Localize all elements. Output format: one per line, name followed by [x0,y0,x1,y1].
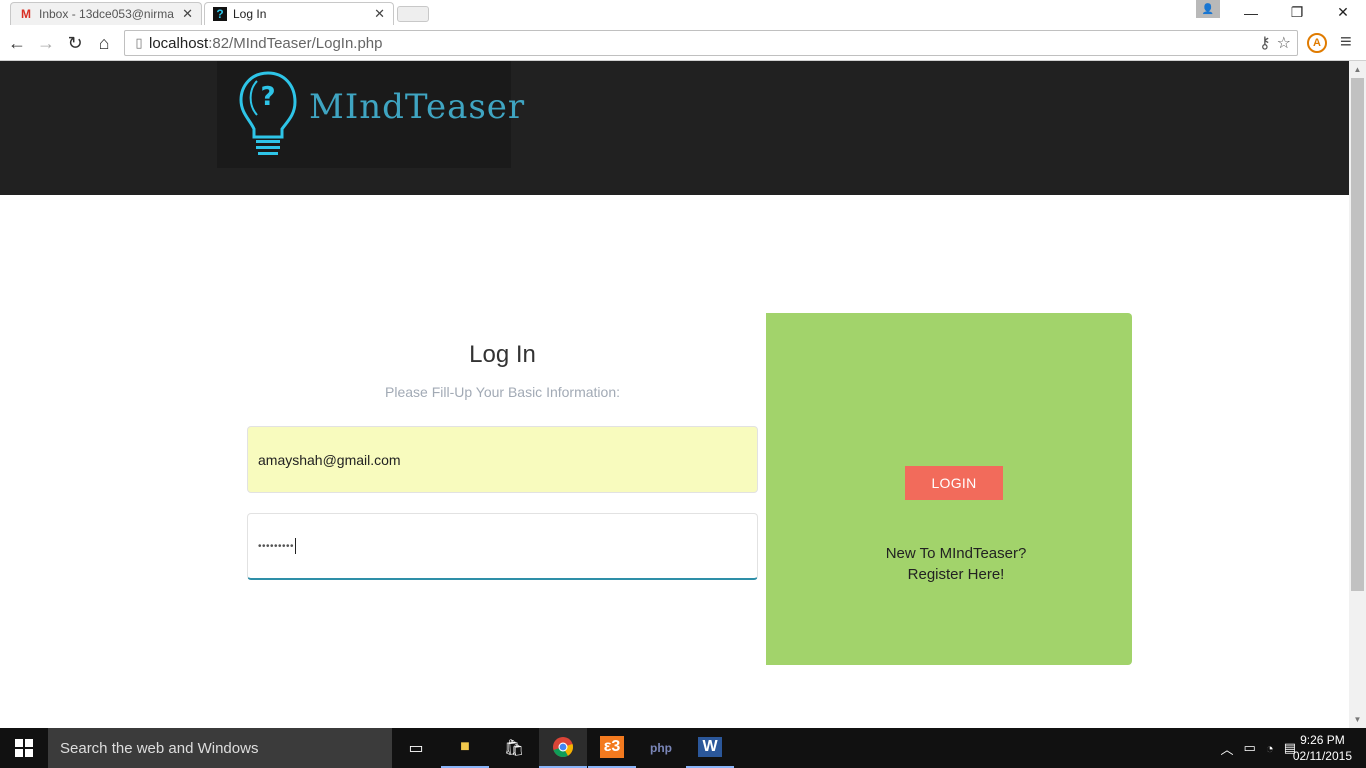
site-header: ? MIndTeaser [0,61,1349,195]
home-icon[interactable]: ⌂ [92,31,116,55]
user-profile-icon[interactable]: 👤 [1196,0,1220,18]
scroll-thumb[interactable] [1351,78,1364,591]
register-line-2: Register Here! [907,566,1005,583]
scroll-down-arrow-icon[interactable]: ▼ [1349,711,1366,728]
reload-icon[interactable]: ↻ [63,31,87,55]
login-side-panel: LOGIN New To MIndTeaser? Register Here! [766,313,1132,665]
battery-icon[interactable]: ▭ [1244,740,1256,756]
chevron-up-icon[interactable]: ︿ [1221,739,1234,758]
back-arrow-icon[interactable]: ← [5,31,29,55]
system-tray: ︿ ▭ ◔ ▤ [1221,728,1296,768]
password-field[interactable]: ••••••••• [247,513,758,580]
logo-text: MIndTeaser [309,87,526,127]
wifi-icon[interactable]: ◔ [1266,741,1274,756]
file-explorer-icon[interactable]: ■ [441,728,489,768]
url-path: :82/MIndTeaser/LogIn.php [208,34,383,52]
minimize-button[interactable]: — [1228,0,1274,25]
bookmark-star-icon[interactable]: ☆ [1277,33,1291,53]
tab-gmail-inbox[interactable]: M Inbox - 13dce053@nirma ✕ [10,2,202,25]
email-field[interactable]: amayshah@gmail.com [247,426,758,493]
browser-toolbar: ← → ↻ ⌂ ▯ localhost:82/MIndTeaser/LogIn.… [0,25,1366,61]
menu-icon[interactable]: ≡ [1340,31,1352,54]
new-tab-button[interactable] [397,6,429,22]
extension-icon[interactable]: A [1307,33,1327,53]
scroll-up-arrow-icon[interactable]: ▲ [1349,61,1366,78]
tab-title: Inbox - 13dce053@nirma [39,7,174,21]
xampp-icon[interactable]: ε3 [588,728,636,768]
site-logo[interactable]: ? MIndTeaser [217,61,524,168]
page-icon: ▯ [135,35,143,50]
clock-date: 02/11/2015 [1292,749,1352,763]
close-icon[interactable]: ✕ [374,6,385,22]
tab-log-in[interactable]: ? Log In ✕ [204,2,394,25]
url-host: localhost [149,34,209,52]
text-caret [295,538,297,554]
store-icon[interactable]: 🛍 [490,728,538,768]
tab-strip: M Inbox - 13dce053@nirma ✕ ? Log In ✕ 👤 … [0,0,1366,25]
page-title: Log In [469,341,536,368]
login-button[interactable]: LOGIN [905,466,1003,500]
page-viewport: ? MIndTeaser Log In Please Fill-Up Your … [0,61,1349,728]
gmail-icon: M [21,7,31,21]
register-link[interactable]: New To MIndTeaser? Register Here! [766,543,1146,585]
address-bar[interactable]: ▯ localhost:82/MIndTeaser/LogIn.php ⚷ ☆ [124,30,1298,56]
php-icon[interactable]: php [637,728,685,768]
windows-start-icon[interactable] [0,728,48,768]
word-icon[interactable]: W [686,728,734,768]
windows-taskbar: Search the web and Windows ▭ ■ 🛍 ε3 php … [0,728,1366,768]
restore-button[interactable]: ❐ [1274,0,1320,25]
task-view-icon[interactable]: ▭ [392,728,440,768]
close-window-button[interactable]: ✕ [1320,0,1366,25]
taskbar-clock[interactable]: 9:26 PM 02/11/2015 [1293,732,1352,764]
form-subtitle: Please Fill-Up Your Basic Information: [385,384,620,400]
lightbulb-head-icon: ? [239,71,297,155]
vertical-scrollbar[interactable]: ▲ ▼ [1349,61,1366,728]
clock-time: 9:26 PM [1300,733,1345,747]
password-mask: ••••••••• [258,540,295,552]
tab-title: Log In [233,7,267,21]
window-controls: 👤 — ❐ ✕ [1196,0,1366,25]
taskbar-search[interactable]: Search the web and Windows [48,728,392,768]
svg-text:?: ? [260,82,275,112]
chrome-icon[interactable] [539,728,587,768]
key-icon[interactable]: ⚷ [1259,33,1271,53]
register-line-1: New To MIndTeaser? [885,545,1027,562]
mindteaser-favicon-icon: ? [213,7,227,21]
email-value: amayshah@gmail.com [258,451,401,468]
close-icon[interactable]: ✕ [182,6,193,22]
forward-arrow-icon[interactable]: → [34,31,58,55]
